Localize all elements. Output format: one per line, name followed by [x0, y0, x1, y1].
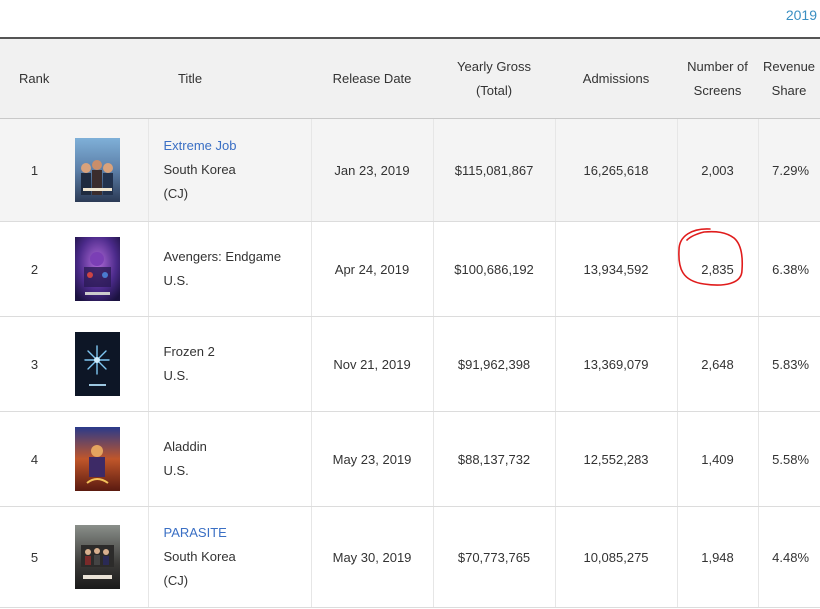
poster-image-avengers-endgame	[75, 237, 120, 301]
title-cell: Extreme Job South Korea (CJ)	[147, 118, 312, 222]
rank-cell: 4	[0, 411, 69, 507]
poster-image-aladdin	[75, 427, 120, 491]
rank-cell: 1	[0, 118, 69, 222]
movie-distributor: (CJ)	[163, 573, 189, 588]
screens-cell: 1,409	[676, 411, 759, 507]
col-header-screens: Number of Screens	[677, 37, 759, 119]
col-header-yearly-gross-line1: Yearly Gross	[457, 58, 531, 74]
admissions-cell: 12,552,283	[554, 411, 678, 507]
screens-cell: 2,835	[676, 221, 759, 317]
revenue-share-cell: 4.48%	[757, 506, 820, 608]
revenue-share-cell: 7.29%	[757, 118, 820, 222]
admissions-cell: 13,934,592	[554, 221, 678, 317]
col-header-admissions: Admissions	[555, 37, 678, 119]
title-cell: PARASITE South Korea (CJ)	[147, 506, 312, 608]
gross-cell: $70,773,765	[432, 506, 556, 608]
col-header-title: Title	[69, 37, 312, 119]
year-link[interactable]: 2019	[786, 7, 817, 23]
poster-cell	[69, 506, 148, 608]
movie-title: Aladdin	[163, 439, 207, 454]
header-row: Rank Title Release Date Yearly Gross (To…	[0, 37, 820, 119]
poster-cell	[69, 221, 148, 317]
col-header-screens-line1: Number of	[687, 58, 748, 74]
revenue-share-cell: 6.38%	[757, 221, 820, 317]
poster-image-extreme-job[interactable]	[75, 138, 120, 202]
admissions-cell: 16,265,618	[554, 118, 678, 222]
rank-cell: 5	[0, 506, 69, 608]
col-header-release-date: Release Date	[311, 37, 434, 119]
admissions-cell: 10,085,275	[554, 506, 678, 608]
gross-cell: $115,081,867	[432, 118, 556, 222]
poster-image-frozen-2	[75, 332, 120, 396]
release-date-cell: Jan 23, 2019	[310, 118, 434, 222]
movie-country: U.S.	[163, 273, 189, 288]
table-row: 2 Avengers: Endgame U.S. Apr 24, 2019 $1…	[0, 221, 820, 317]
table-row: 3 Frozen 2 U.S. Nov 21, 2019 $91,962,398	[0, 316, 820, 412]
poster-cell	[69, 118, 148, 222]
col-header-revenue-share: Revenue Share	[758, 37, 820, 119]
col-header-yearly-gross-line2: (Total)	[475, 82, 513, 98]
movie-country: South Korea	[163, 549, 236, 564]
gross-cell: $88,137,732	[432, 411, 556, 507]
title-cell: Aladdin U.S.	[147, 411, 312, 507]
movie-country: South Korea	[163, 162, 236, 177]
col-header-yearly-gross: Yearly Gross (Total)	[433, 37, 556, 119]
table-row: 5 PARASITE South Korea (CJ) May 30, 2019…	[0, 506, 820, 608]
gross-cell: $91,962,398	[432, 316, 556, 412]
col-header-share-line2: Share	[771, 82, 807, 98]
screens-cell: 2,003	[676, 118, 759, 222]
movie-title-link[interactable]: Extreme Job	[164, 138, 237, 153]
movie-title: Avengers: Endgame	[163, 249, 282, 264]
release-date-cell: May 23, 2019	[310, 411, 434, 507]
col-header-share-line1: Revenue	[762, 58, 816, 74]
title-cell: Avengers: Endgame U.S.	[147, 221, 312, 317]
table-row: 1 Extreme Job South Korea (CJ) Jan 23, 2…	[0, 118, 820, 222]
red-circle-annotation	[678, 227, 744, 286]
title-cell: Frozen 2 U.S.	[147, 316, 312, 412]
gross-cell: $100,686,192	[432, 221, 556, 317]
release-date-cell: May 30, 2019	[310, 506, 434, 608]
revenue-share-cell: 5.83%	[757, 316, 820, 412]
release-date-cell: Apr 24, 2019	[310, 221, 434, 317]
screens-cell: 1,948	[676, 506, 759, 608]
poster-image-parasite[interactable]	[75, 525, 120, 589]
admissions-cell: 13,369,079	[554, 316, 678, 412]
screens-cell: 2,648	[676, 316, 759, 412]
col-header-screens-line2: Screens	[693, 82, 742, 98]
movie-country: U.S.	[163, 368, 189, 383]
movie-title-link[interactable]: PARASITE	[164, 525, 227, 540]
box-office-table: Rank Title Release Date Yearly Gross (To…	[0, 37, 820, 608]
rank-cell: 3	[0, 316, 69, 412]
movie-distributor: (CJ)	[163, 186, 189, 201]
poster-cell	[69, 316, 148, 412]
screens-value-circled: 2,835	[678, 227, 744, 286]
release-date-cell: Nov 21, 2019	[310, 316, 434, 412]
rank-cell: 2	[0, 221, 69, 317]
revenue-share-cell: 5.58%	[757, 411, 820, 507]
table-row: 4 Aladdin U.S. May 23, 2019 $88,137,732 …	[0, 411, 820, 507]
movie-country: U.S.	[163, 463, 189, 478]
movie-title: Frozen 2	[163, 344, 215, 359]
poster-cell	[69, 411, 148, 507]
col-header-rank: Rank	[0, 37, 69, 119]
screens-value: 2,835	[701, 261, 734, 277]
